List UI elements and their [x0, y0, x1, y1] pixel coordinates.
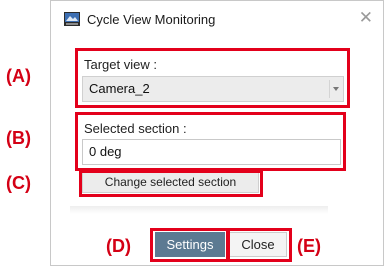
callout-c: (C): [6, 173, 31, 193]
chevron-down-icon[interactable]: [329, 80, 341, 98]
target-view-selected-value: Camera_2: [89, 81, 150, 96]
target-view-select[interactable]: Camera_2: [82, 76, 344, 102]
settings-button[interactable]: Settings: [155, 232, 225, 257]
callout-d: (D): [106, 236, 131, 256]
change-selected-section-button[interactable]: Change selected section: [82, 172, 259, 193]
callout-e: (E): [297, 236, 321, 256]
window-title: Cycle View Monitoring: [87, 12, 216, 27]
selected-section-value: 0 deg: [89, 144, 122, 159]
app-monitor-icon: [64, 12, 80, 26]
target-view-label: Target view :: [84, 57, 157, 72]
close-button[interactable]: Close: [229, 232, 287, 257]
title-bar: Cycle View Monitoring ✕: [51, 1, 383, 37]
selected-section-input[interactable]: 0 deg: [82, 139, 341, 165]
callout-a: (A): [6, 66, 31, 86]
separator: [70, 206, 328, 214]
window-close-icon[interactable]: ✕: [359, 8, 373, 28]
callout-b: (B): [6, 128, 31, 148]
selected-section-label: Selected section :: [84, 121, 187, 136]
